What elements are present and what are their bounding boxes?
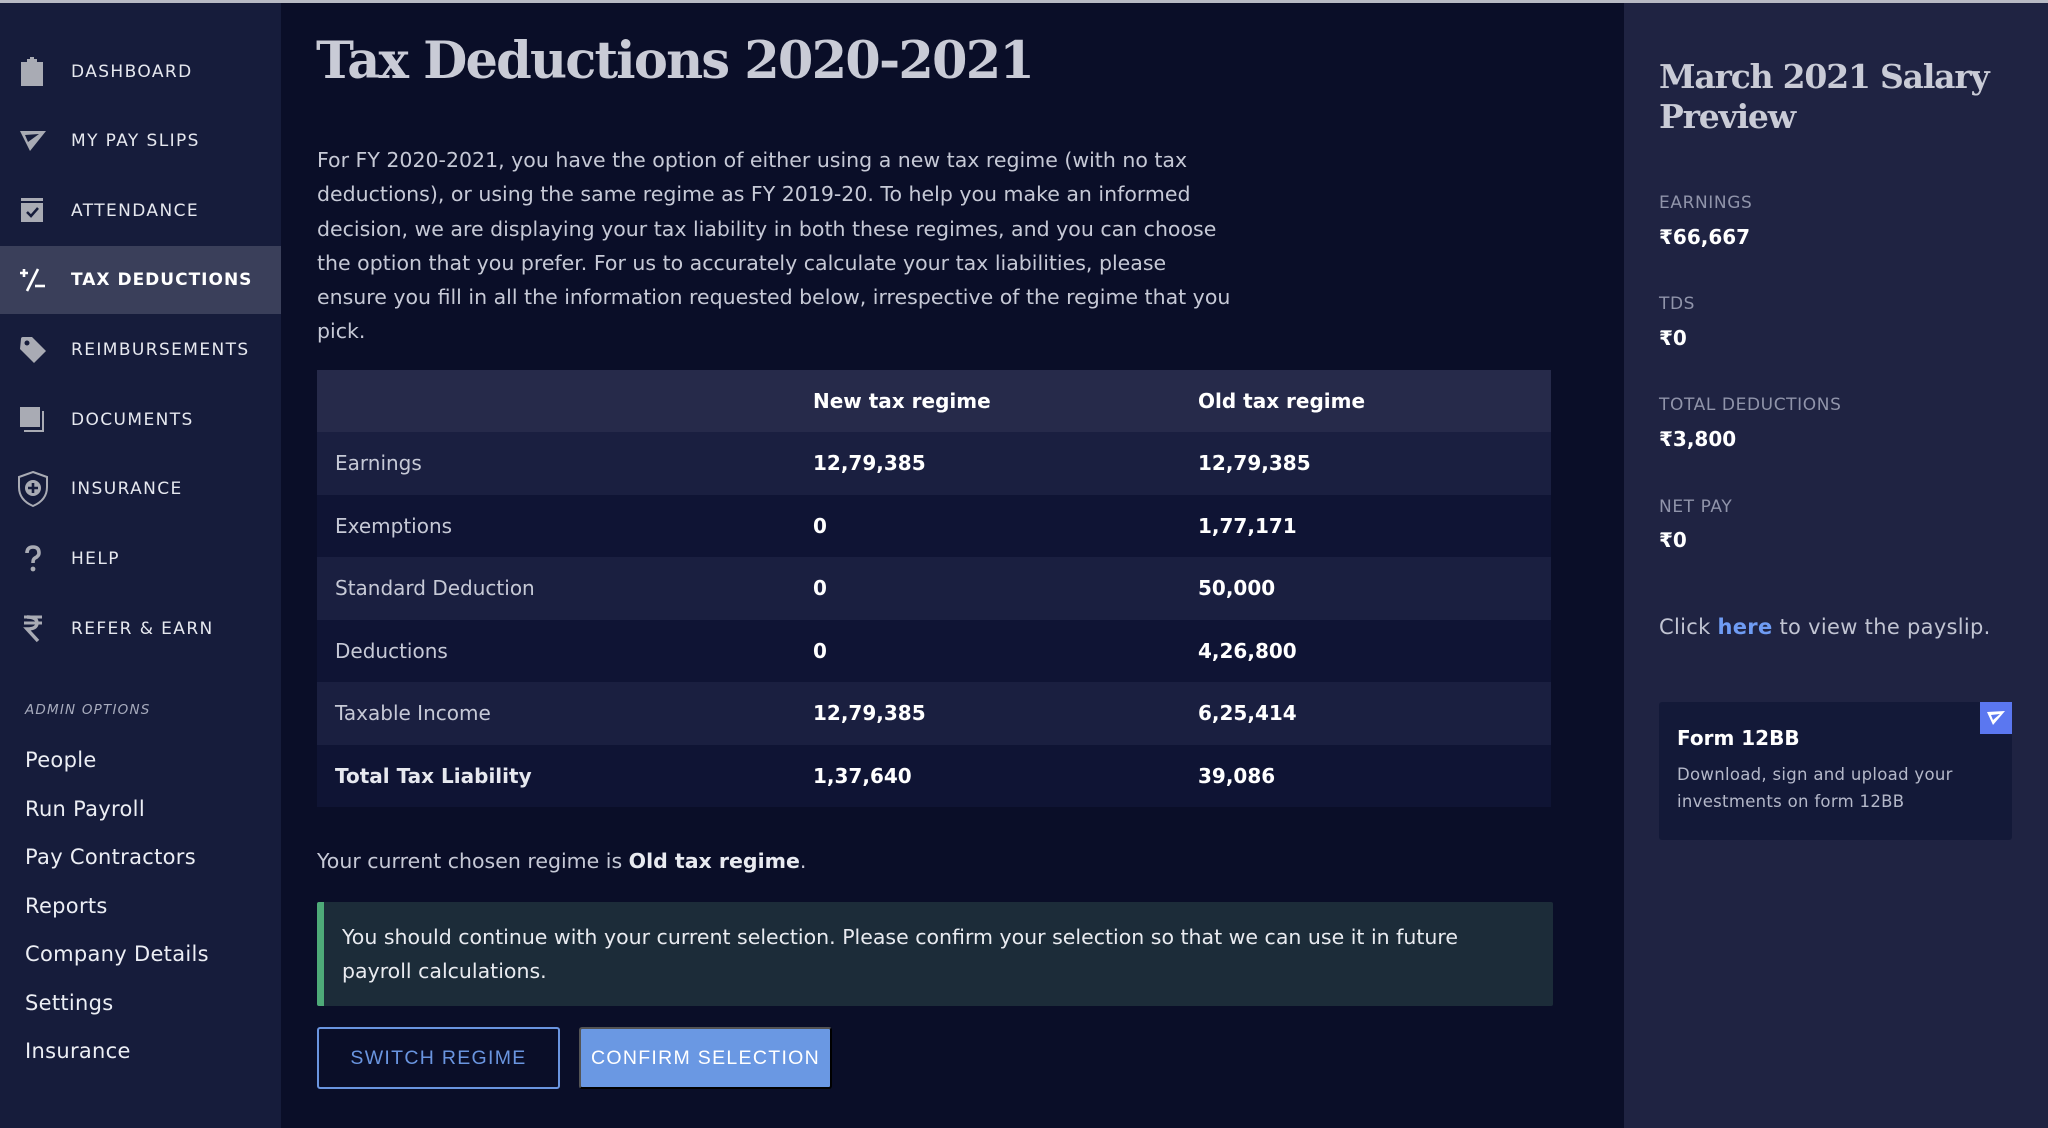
page-title: Tax Deductions 2020-2021 [316, 31, 1035, 91]
sidebar: DASHBOARD MY PAY SLIPS ATTENDANCE TAX DE… [0, 3, 281, 1128]
form-card-description: Download, sign and upload your investmen… [1677, 765, 1953, 811]
rupee-icon [17, 613, 49, 645]
tds-label: TDS [1659, 294, 1696, 314]
row-label: Taxable Income [317, 682, 813, 745]
new-regime-value: 12,79,385 [813, 432, 1198, 495]
view-payslip-text: Click here to view the payslip. [1659, 615, 1991, 639]
admin-item-reports[interactable]: Reports [25, 894, 108, 918]
intro-paragraph: For FY 2020-2021, you have the option of… [317, 148, 1231, 344]
old-regime-value: 6,25,414 [1198, 682, 1551, 745]
admin-item-run-payroll[interactable]: Run Payroll [25, 797, 145, 821]
main-content: Tax Deductions 2020-2021 For FY 2020-202… [281, 3, 1624, 1128]
sidebar-item-documents[interactable]: DOCUMENTS [0, 386, 281, 454]
current-regime-prefix: Your current chosen regime is [317, 849, 629, 873]
total-deductions-value: ₹3,800 [1659, 427, 1737, 451]
window-top-edge [0, 0, 2048, 3]
new-regime-value: 0 [813, 557, 1198, 620]
header-old-regime: Old tax regime [1198, 370, 1551, 432]
switch-regime-button[interactable]: SWITCH REGIME [317, 1027, 560, 1089]
question-mark-icon [17, 543, 49, 575]
header-label [317, 370, 813, 432]
alert-message: You should continue with your current se… [342, 925, 1458, 983]
table-row: Exemptions 0 1,77,171 [317, 494, 1551, 557]
plus-minus-icon [17, 264, 49, 296]
sidebar-item-reimbursements[interactable]: REIMBURSEMENTS [0, 316, 281, 384]
payslip-link-prefix: Click [1659, 615, 1718, 639]
earnings-value: ₹66,667 [1659, 225, 1751, 249]
row-label: Standard Deduction [317, 557, 813, 620]
sidebar-item-help[interactable]: HELP [0, 525, 281, 593]
table-row: Taxable Income 12,79,385 6,25,414 [317, 682, 1551, 745]
table-row: Deductions 0 4,26,800 [317, 619, 1551, 682]
sidebar-item-insurance[interactable]: INSURANCE [0, 455, 281, 523]
total-deductions-label: TOTAL DEDUCTIONS [1659, 395, 1842, 415]
current-regime-value: Old tax regime [628, 849, 800, 873]
new-regime-value: 0 [813, 619, 1198, 682]
sidebar-item-dashboard[interactable]: DASHBOARD [0, 38, 281, 106]
form-12bb-card[interactable]: Form 12BB Download, sign and upload your… [1659, 702, 2012, 840]
sidebar-item-refer-earn[interactable]: REFER & EARN [0, 595, 281, 663]
old-regime-value: 50,000 [1198, 557, 1551, 620]
admin-item-insurance[interactable]: Insurance [25, 1039, 131, 1063]
view-payslip-link[interactable]: here [1718, 615, 1773, 639]
shield-plus-icon [17, 471, 49, 507]
payslip-link-suffix: to view the payslip. [1772, 615, 1991, 639]
confirm-selection-button[interactable]: CONFIRM SELECTION [579, 1027, 832, 1089]
salary-preview-title: March 2021 Salary Preview [1659, 57, 1990, 136]
net-pay-label: NET PAY [1659, 497, 1733, 517]
paper-plane-icon[interactable] [1980, 702, 2012, 734]
admin-options-heading: ADMIN OPTIONS [25, 702, 151, 718]
row-label: Exemptions [317, 494, 813, 557]
admin-item-company-details[interactable]: Company Details [25, 942, 209, 966]
salary-preview-panel: March 2021 Salary Preview EARNINGS ₹66,6… [1624, 3, 2048, 1128]
new-regime-value: 0 [813, 494, 1198, 557]
form-card-title: Form 12BB [1677, 726, 1800, 750]
paper-plane-icon [17, 125, 49, 157]
sidebar-item-attendance[interactable]: ATTENDANCE [0, 177, 281, 245]
admin-item-pay-contractors[interactable]: Pay Contractors [25, 845, 196, 869]
old-regime-value: 12,79,385 [1198, 432, 1551, 495]
old-regime-value: 4,26,800 [1198, 619, 1551, 682]
table-row: Standard Deduction 0 50,000 [317, 557, 1551, 620]
earnings-label: EARNINGS [1659, 193, 1753, 213]
new-regime-value: 1,37,640 [813, 744, 1198, 807]
sidebar-item-my-pay-slips[interactable]: MY PAY SLIPS [0, 107, 281, 175]
documents-icon [17, 404, 49, 436]
current-regime-suffix: . [799, 849, 807, 873]
header-new-regime: New tax regime [813, 370, 1198, 432]
admin-item-settings[interactable]: Settings [25, 991, 114, 1015]
clipboard-icon [17, 56, 49, 88]
net-pay-value: ₹0 [1659, 528, 1687, 552]
row-label: Deductions [317, 619, 813, 682]
row-label: Total Tax Liability [317, 744, 813, 807]
calendar-check-icon [17, 195, 49, 227]
tag-icon [17, 334, 49, 366]
recommendation-alert: You should continue with your current se… [317, 902, 1553, 1006]
table-row-total: Total Tax Liability 1,37,640 39,086 [317, 744, 1551, 807]
old-regime-value: 1,77,171 [1198, 494, 1551, 557]
tds-value: ₹0 [1659, 326, 1687, 350]
new-regime-value: 12,79,385 [813, 682, 1198, 745]
sidebar-item-tax-deductions[interactable]: TAX DEDUCTIONS [0, 246, 281, 314]
admin-item-people[interactable]: People [25, 748, 97, 772]
table-header-row: New tax regime Old tax regime [317, 370, 1551, 432]
tax-comparison-table: New tax regime Old tax regime Earnings 1… [317, 370, 1551, 807]
old-regime-value: 39,086 [1198, 744, 1551, 807]
table-row: Earnings 12,79,385 12,79,385 [317, 432, 1551, 495]
current-regime-text: Your current chosen regime is Old tax re… [317, 849, 806, 873]
row-label: Earnings [317, 432, 813, 495]
